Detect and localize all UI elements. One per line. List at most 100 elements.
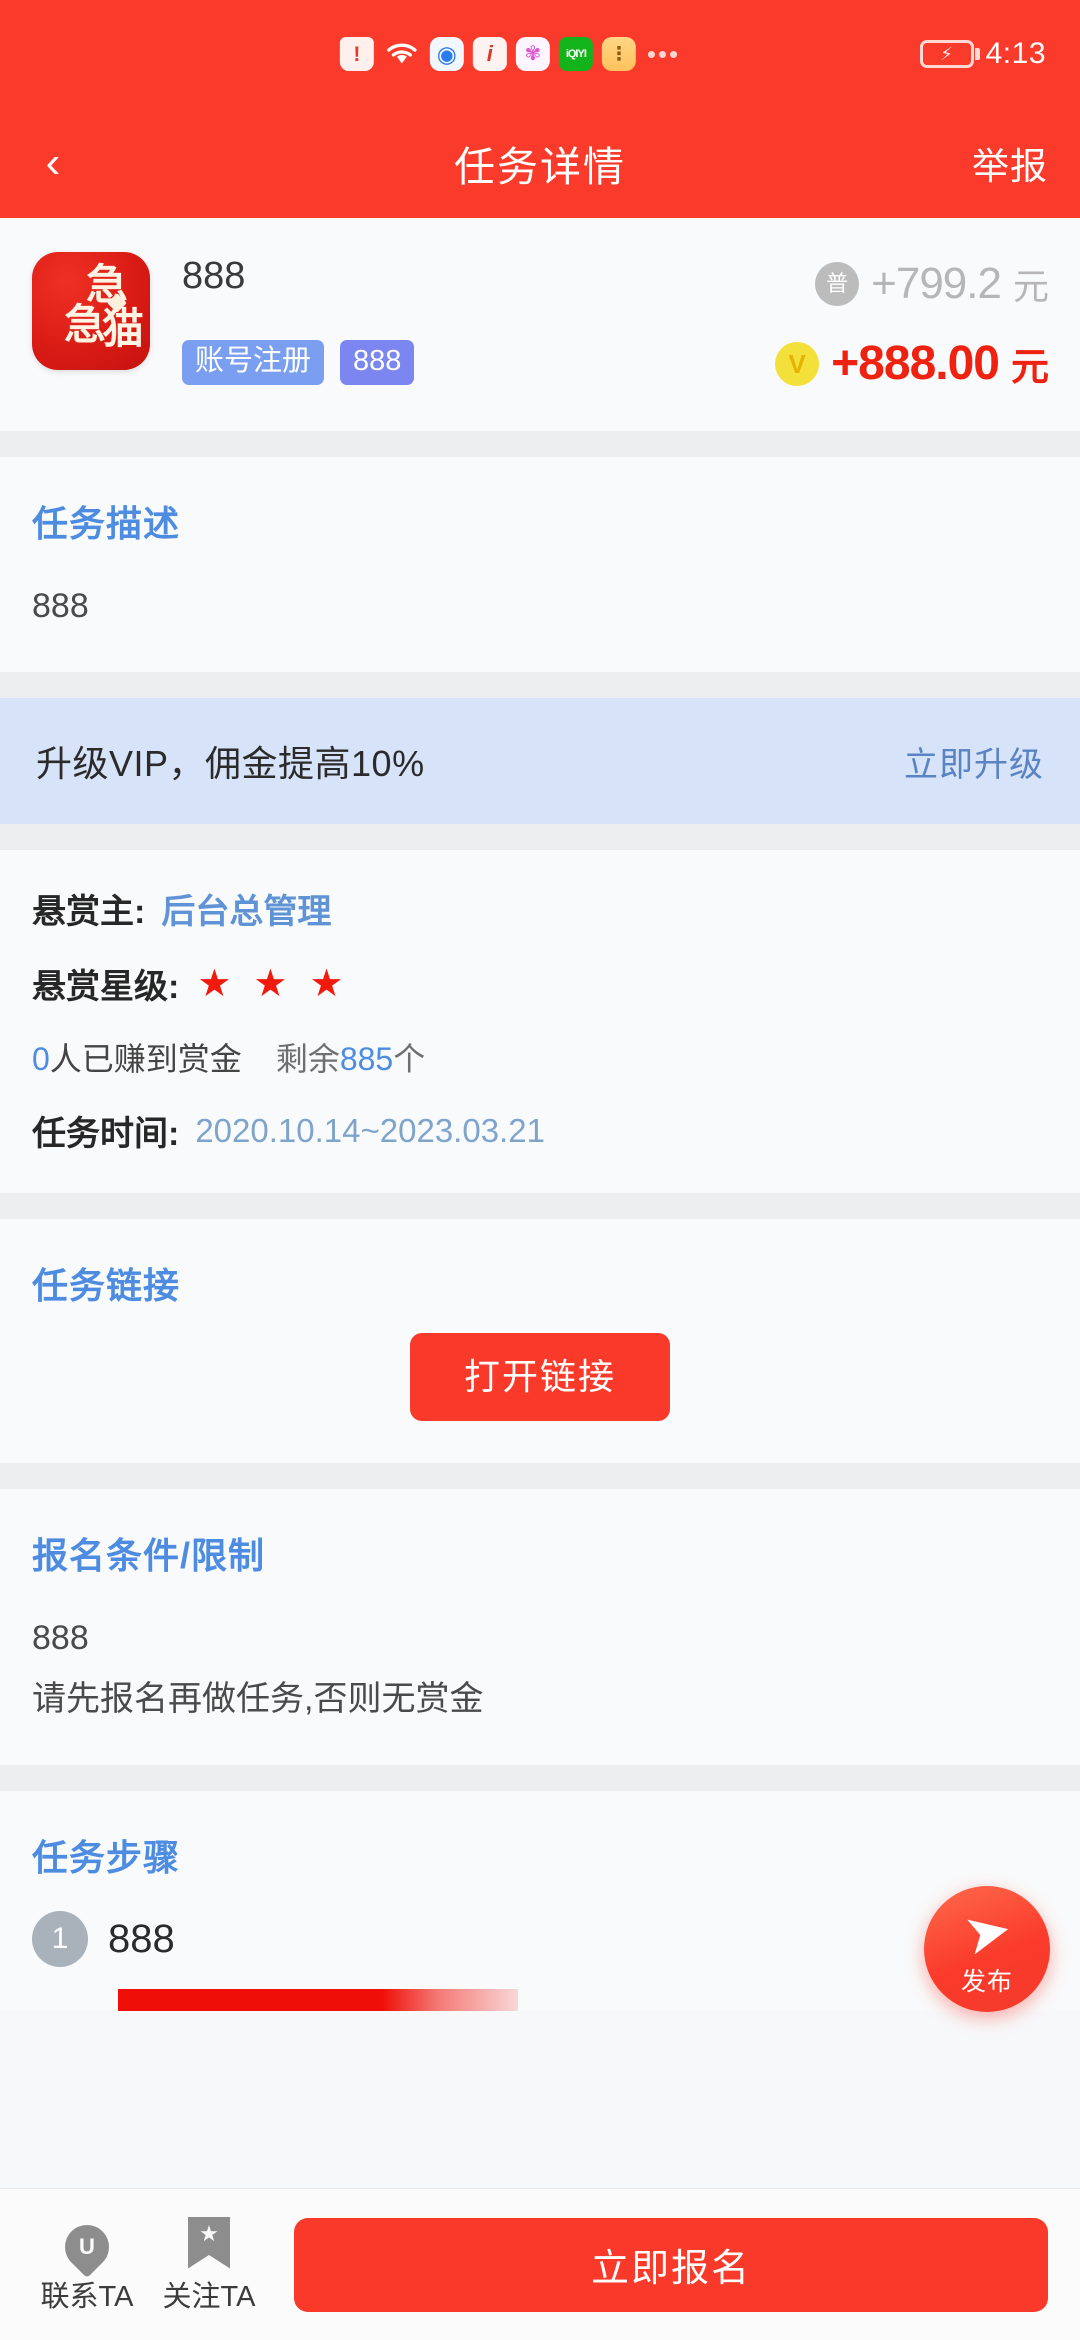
iqiyi-glyph: iQIYI [565,47,587,60]
browser-icon: ◉ [429,37,464,71]
vip-price-unit: 元 [1010,347,1049,389]
normal-user-badge-icon: 普 [815,262,860,306]
page-title: 任务详情 [454,144,626,190]
logo-char-2: 急 [64,300,107,349]
price-row-normal: 普 +799.2 元 [718,258,1049,310]
info-glyph: i [486,41,493,66]
normal-price-unit: 元 [1012,266,1049,307]
contact-icon-wrap [55,2215,119,2278]
bounty-time-row: 任务时间: 2020.10.14~2023.03.21 [32,1106,1048,1155]
task-tag-list: 账号注册 888 [182,339,718,385]
contact-ta-label: 联系TA [40,2280,134,2313]
remaining-count-text: 剩余885个 [276,1034,425,1080]
remaining-value: 885 [339,1041,394,1077]
task-header-card: 急 急 猫 888 账号注册 888 普 +799.2 元 V +888.00 … [0,218,1080,431]
step-item: 1 888 [32,1881,1048,1967]
task-logo: 急 急 猫 [32,252,150,370]
steps-title: 任务步骤 [32,1837,181,1878]
open-link-button[interactable]: 打开链接 [409,1333,670,1421]
bounty-owner-value[interactable]: 后台总管理 [161,884,331,933]
follow-icon-wrap: ★ [188,2215,230,2269]
bounty-info-section: 悬赏主: 后台总管理 悬赏星级: ★ ★ ★ 0人已赚到赏金 剩余885个 任务… [0,850,1080,1193]
task-tag-category[interactable]: 账号注册 [182,339,325,385]
description-title: 任务描述 [32,503,181,544]
task-time-label: 任务时间: [32,1115,180,1153]
follow-ta-button[interactable]: ★ 关注TA [148,2215,270,2315]
follow-ta-label: 关注TA [162,2280,256,2313]
task-time-value: 2020.10.14~2023.03.21 [195,1111,545,1149]
publish-fab-button[interactable]: ➤ 发布 [924,1886,1050,2012]
task-logo-text: 急 急 猫 [58,264,145,358]
vip-price-amount: +888.00 [831,337,1000,390]
vip-badge-icon: V [775,341,820,386]
task-link-section: 任务链接 打开链接 [0,1219,1080,1463]
status-bar-clock: 4:13 [985,37,1046,70]
star-icon: ★ [197,962,232,1005]
task-title: 888 [182,255,246,297]
photos-glyph: ✾ [524,43,542,65]
notes-glyph: ⋮ [609,43,629,65]
conditions-line-1: 888 [32,1619,89,1657]
vip-upgrade-link[interactable]: 立即升级 [904,737,1044,786]
section-divider [0,1463,1080,1489]
bounty-stars-row: 悬赏星级: ★ ★ ★ [32,959,1048,1008]
bounty-owner-label: 悬赏主: [32,893,146,931]
bounty-stars-label: 悬赏星级: [32,968,180,1006]
section-divider [0,431,1080,457]
status-overflow-icon: ••• [646,39,681,69]
step-text: 888 [108,1916,175,1961]
step-number-badge: 1 [32,1911,88,1967]
conditions-title: 报名条件/限制 [32,1535,266,1576]
price-row-vip: V +888.00 元 [718,336,1049,391]
star-icon: ★ [309,962,344,1005]
task-link-button-wrap: 打开链接 [32,1309,1048,1463]
bottom-action-bar: 联系TA ★ 关注TA 立即报名 [0,2188,1080,2340]
browser-glyph: ◉ [436,40,457,67]
status-bar: ! ◉ i ✾ iQIYI ⋮ ••• ⚡ 4:13 [0,0,1080,108]
sim-alert-glyph: ! [353,42,361,66]
bookmark-star-glyph: ★ [199,2220,219,2246]
normal-price-amount: +799.2 [871,259,1002,308]
report-button[interactable]: 举报 [972,136,1048,190]
step-image-placeholder [118,1989,518,2011]
vip-upgrade-banner[interactable]: 升级VIP，佣金提高10% 立即升级 [0,698,1080,824]
iqiyi-icon: iQIYI [558,37,593,71]
sim-alert-icon: ! [339,37,374,71]
wifi-glyph [387,43,417,64]
apply-now-button[interactable]: 立即报名 [294,2217,1048,2312]
title-bar: ‹ 任务详情 举报 [0,108,1080,218]
section-divider [0,1765,1080,1791]
send-icon: ➤ [957,1895,1017,1968]
contact-ta-button[interactable]: 联系TA [26,2215,148,2315]
bookmark-star-icon: ★ [188,2216,230,2269]
battery-charging-glyph: ⚡ [940,44,953,64]
earned-count-text: 0人已赚到赏金 [32,1034,242,1080]
notes-icon: ⋮ [601,37,636,71]
battery-icon: ⚡ [919,40,974,68]
description-body: 888 [32,587,89,625]
app-screen: ! ◉ i ✾ iQIYI ⋮ ••• ⚡ 4:13 ‹ 任务详情 举报 急 急… [0,0,1080,2340]
back-icon[interactable]: ‹ [18,128,88,198]
description-section: 任务描述 888 [0,457,1080,672]
earned-count-label: 人已赚到赏金 [49,1041,242,1077]
bounty-counts-row: 0人已赚到赏金 剩余885个 [32,1034,1048,1080]
bounty-owner-row: 悬赏主: 后台总管理 [32,884,1048,933]
wifi-icon [383,37,421,71]
steps-section: 任务步骤 1 888 [0,1791,1080,2011]
section-divider [0,672,1080,698]
section-divider [0,1193,1080,1219]
info-icon: i [472,37,507,71]
status-bar-right: ⚡ 4:13 [919,37,1046,71]
task-tag-number[interactable]: 888 [340,339,415,385]
photos-icon: ✾ [515,37,550,71]
task-price-block: 普 +799.2 元 V +888.00 元 [718,252,1049,391]
logo-char-3: 猫 [102,304,145,353]
publish-fab-label: 发布 [960,1968,1013,1996]
task-header-main: 888 账号注册 888 [150,252,718,391]
star-icon: ★ [253,962,288,1005]
remaining-prefix: 剩余 [275,1041,340,1077]
remaining-suffix: 个 [393,1041,426,1077]
conditions-line-2: 请先报名再做任务,否则无赏金 [32,1680,484,1718]
bounty-star-rating: ★ ★ ★ [197,965,343,1003]
conditions-section: 报名条件/限制 888 请先报名再做任务,否则无赏金 [0,1489,1080,1765]
